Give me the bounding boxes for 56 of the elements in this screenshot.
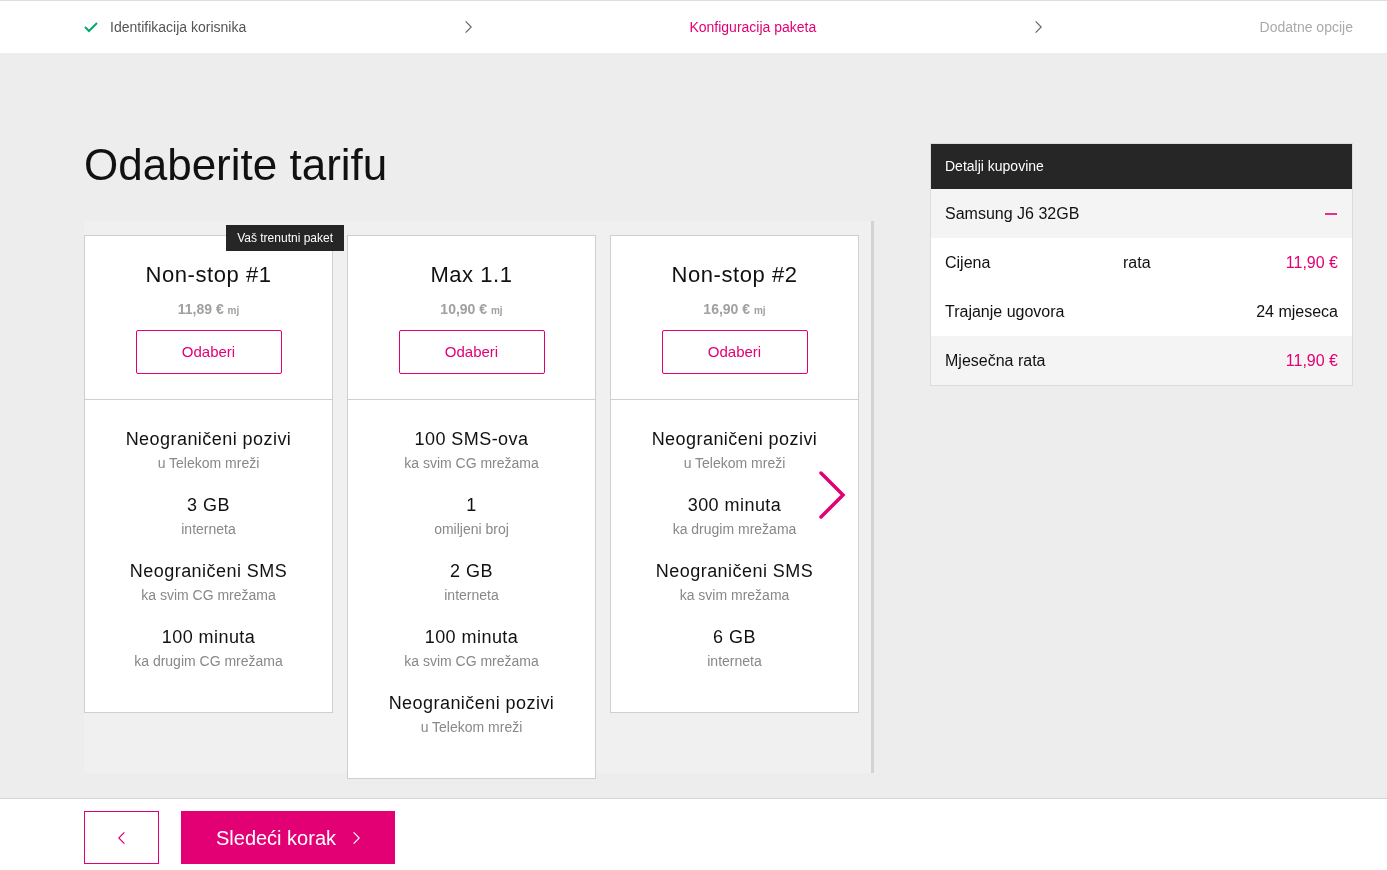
feature-title: 2 GB — [450, 560, 493, 583]
chevron-right-icon — [352, 830, 361, 845]
detail-note: rata — [1123, 252, 1151, 273]
chevron-right-icon — [463, 20, 472, 34]
detail-label: Cijena — [945, 252, 992, 273]
step-label[interactable]: Dodatne opcije — [1259, 16, 1353, 38]
feature-title: Neograničeni pozivi — [125, 428, 292, 451]
detail-label: Trajanje ugovora — [945, 301, 1065, 322]
page-heading: Odaberite tarifu — [84, 143, 389, 187]
panel-title: Detalji kupovine — [945, 157, 1044, 176]
feature-title: 3 GB — [187, 494, 230, 517]
current-plan-badge: Vaš trenutni paket — [226, 225, 344, 251]
select-button[interactable]: Odaberi — [135, 330, 282, 374]
plan-price: 11,89 € mj — [177, 300, 240, 319]
plan-name: Max 1.1 — [430, 261, 513, 289]
feature-subtitle: ka drugim mrežama — [672, 520, 797, 539]
feature-subtitle: omiljeni broj — [434, 520, 509, 539]
plan-name: Non-stop #1 — [145, 261, 272, 289]
feature-title: Neograničeni pozivi — [651, 428, 818, 451]
feature-subtitle: u Telekom mreži — [683, 454, 786, 473]
feature-subtitle: ka svim mrežama — [679, 586, 790, 605]
feature-subtitle: u Telekom mreži — [420, 718, 523, 737]
plan-name: Non-stop #2 — [671, 261, 798, 289]
select-button[interactable]: Odaberi — [661, 330, 808, 374]
next-step-button[interactable]: Sledeći korak — [181, 811, 395, 864]
step-label[interactable]: Konfiguracija paketa — [689, 16, 817, 38]
feature-title: Neograničeni SMS — [655, 560, 814, 583]
detail-value: 24 mjeseca — [1256, 301, 1338, 322]
feature-title: Neograničeni pozivi — [388, 692, 555, 715]
plan-price: 10,90 € mj — [440, 300, 503, 319]
feature-title: 100 minuta — [161, 626, 256, 649]
select-button[interactable]: Odaberi — [398, 330, 545, 374]
feature-subtitle: interneta — [181, 520, 236, 539]
back-button[interactable] — [84, 811, 159, 864]
feature-title: 300 minuta — [687, 494, 782, 517]
feature-subtitle: ka svim CG mrežama — [404, 652, 539, 671]
feature-title: 1 — [466, 494, 477, 517]
detail-label: Samsung J6 32GB — [945, 203, 1080, 224]
feature-subtitle: ka drugim CG mrežama — [134, 652, 283, 671]
feature-subtitle: interneta — [444, 586, 499, 605]
detail-value: 11,90 € — [1285, 350, 1338, 371]
feature-title: 100 minuta — [424, 626, 519, 649]
chevron-left-icon — [117, 830, 126, 845]
plan-price: 16,90 € mj — [703, 300, 766, 319]
feature-subtitle: interneta — [707, 652, 762, 671]
feature-title: 100 SMS-ova — [414, 428, 529, 451]
feature-subtitle: ka svim CG mrežama — [404, 454, 539, 473]
feature-title: 6 GB — [713, 626, 756, 649]
detail-value: 11,90 € — [1285, 252, 1338, 273]
feature-title: Neograničeni SMS — [129, 560, 288, 583]
feature-subtitle: ka svim CG mrežama — [141, 586, 276, 605]
feature-subtitle: u Telekom mreži — [157, 454, 260, 473]
step-label[interactable]: Identifikacija korisnika — [110, 16, 247, 38]
detail-label: Mjesečna rata — [945, 350, 1046, 371]
chevron-right-icon — [1033, 20, 1042, 34]
next-plans-button[interactable] — [818, 471, 846, 519]
